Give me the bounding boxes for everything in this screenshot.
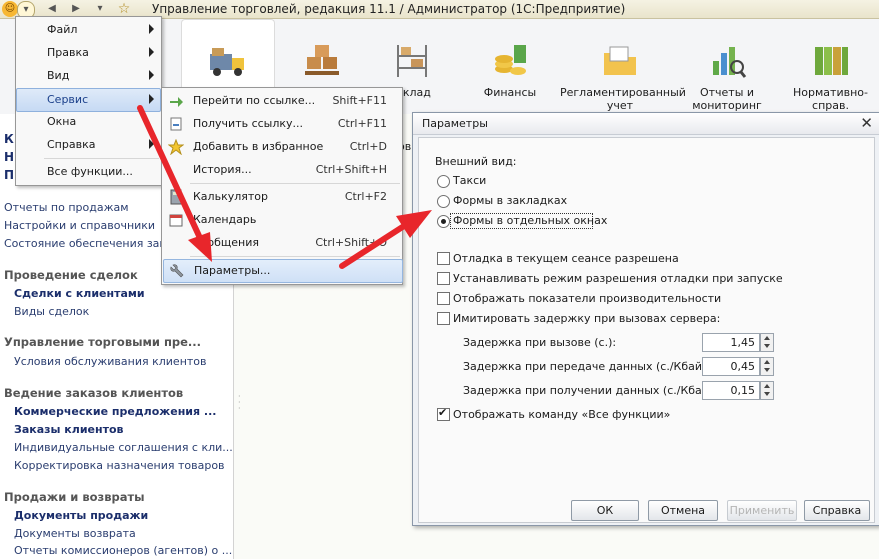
arrow-to-parameters	[137, 105, 212, 262]
arrow-to-separate-windows	[339, 210, 432, 269]
annotation-arrows	[137, 105, 432, 269]
